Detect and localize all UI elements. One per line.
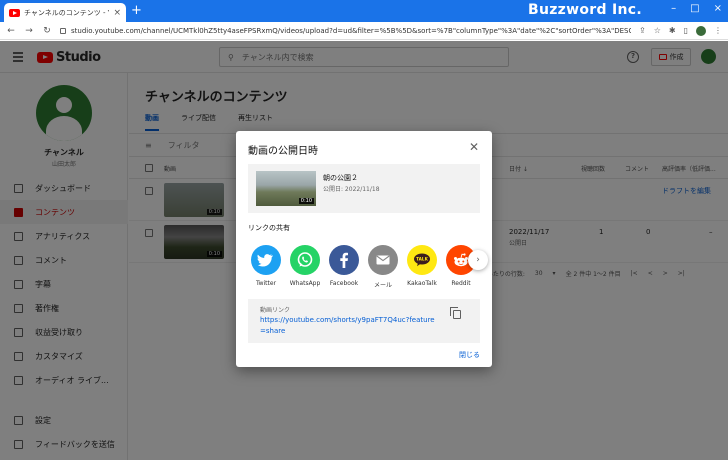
dialog-video-thumbnail[interactable]: 0:10 (256, 171, 316, 206)
url-text: studio.youtube.com/channel/UCMTkl0hZ5tty… (71, 26, 632, 35)
svg-text:TALK: TALK (416, 257, 428, 262)
new-tab-icon[interactable]: + (131, 3, 142, 18)
share-heading: リンクの共有 (248, 224, 290, 232)
copy-icon[interactable] (450, 307, 461, 319)
dialog-title: 動画の公開日時 (248, 146, 318, 157)
window-close-icon[interactable]: × (714, 3, 722, 14)
video-link-url[interactable]: https://youtube.com/shorts/y9paFT7Q4uc?f… (260, 315, 435, 337)
browser-tab[interactable]: チャンネルのコンテンツ - YouTube Studio × (4, 3, 126, 22)
bookmark-star-icon[interactable]: ☆ (654, 26, 661, 35)
browser-profile-avatar[interactable] (696, 25, 706, 36)
address-bar: ← → ↻ studio.youtube.com/channel/UCMTkl0… (0, 22, 728, 40)
dialog-video-title: 朝の公園２ (323, 174, 358, 182)
url-field[interactable]: studio.youtube.com/channel/UCMTkl0hZ5tty… (60, 24, 631, 38)
share-label: Twitter (255, 280, 277, 287)
kakaotalk-icon: TALK (407, 245, 437, 275)
forward-icon[interactable]: → (24, 26, 34, 36)
extensions-icon[interactable]: ✱ (669, 26, 676, 35)
share-kakaotalk[interactable]: TALK KakaoTalk (402, 245, 442, 287)
tab-close-icon[interactable]: × (113, 8, 121, 18)
minimize-icon[interactable]: – (671, 3, 676, 14)
close-button[interactable]: 閉じる (459, 350, 480, 360)
tab-title: チャンネルのコンテンツ - YouTube Studio (24, 8, 109, 17)
dialog-video-duration: 0:10 (298, 198, 314, 204)
maximize-icon[interactable]: □ (690, 3, 699, 14)
sidepanel-icon[interactable]: ▯ (684, 26, 688, 35)
video-link-box: 動画リンク https://youtube.com/shorts/y9paFT7… (248, 299, 480, 343)
video-link-label: 動画リンク (260, 307, 291, 314)
share-next-chevron-icon[interactable]: › (468, 250, 488, 270)
share-email[interactable]: メール (363, 245, 403, 289)
mail-icon (368, 245, 398, 275)
window-controls: – □ × (671, 3, 722, 14)
whatsapp-icon (290, 245, 320, 275)
share-label: WhatsApp (289, 280, 321, 287)
share-facebook[interactable]: Facebook (324, 245, 364, 287)
share-label: KakaoTalk (407, 280, 437, 287)
share-whatsapp[interactable]: WhatsApp (285, 245, 325, 287)
browser-menu-icon[interactable]: ⋮ (714, 26, 722, 35)
back-icon[interactable]: ← (6, 26, 16, 36)
share-label: Reddit (451, 280, 471, 287)
youtube-favicon-icon (9, 8, 20, 17)
share-label: メール (373, 282, 392, 289)
publish-dialog: 動画の公開日時 ✕ 0:10 朝の公園２ 公開日: 2022/11/18 リンク… (236, 131, 492, 367)
close-icon[interactable]: ✕ (469, 140, 479, 154)
share-page-icon[interactable]: ⇪ (639, 26, 646, 35)
share-twitter[interactable]: Twitter (246, 245, 286, 287)
twitter-bird-icon (251, 245, 281, 275)
share-label: Facebook (329, 280, 359, 287)
brand-watermark: Buzzword Inc. (528, 2, 642, 18)
video-card: 0:10 朝の公園２ 公開日: 2022/11/18 (248, 164, 480, 213)
reload-icon[interactable]: ↻ (42, 26, 52, 36)
facebook-icon (329, 245, 359, 275)
share-targets: Twitter WhatsApp Facebook メール TALK Kakao… (248, 245, 478, 291)
browser-titlebar: チャンネルのコンテンツ - YouTube Studio × + Buzzwor… (0, 0, 728, 22)
lock-icon (60, 27, 66, 34)
dialog-video-date: 公開日: 2022/11/18 (323, 186, 380, 193)
